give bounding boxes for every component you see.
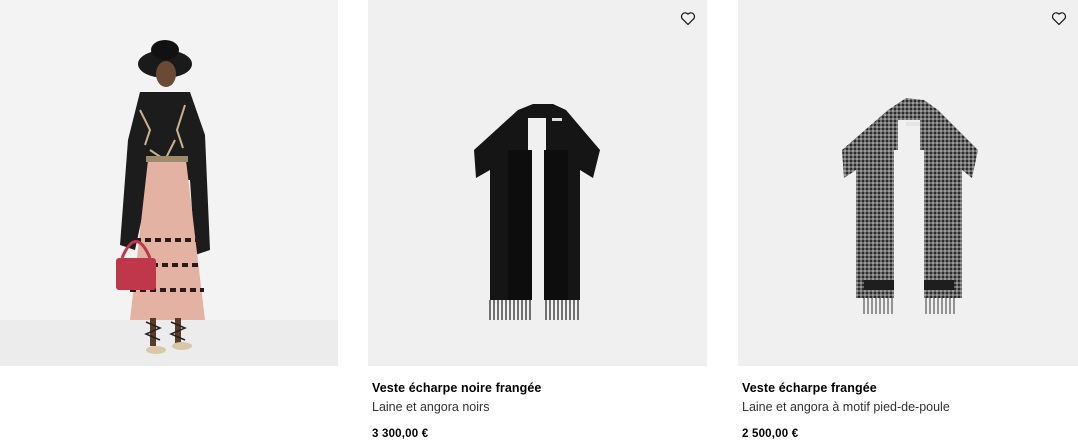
product-price-1: 3 300,00 € [372,428,429,440]
product-info-2: Veste écharpe frangée Laine et angora à … [742,381,950,441]
product-card-image-1[interactable] [368,0,707,366]
product-description-1: Laine et angora noirs [372,400,490,414]
wishlist-button-2[interactable] [1050,10,1067,26]
product-title-1[interactable]: Veste écharpe noire frangée [372,381,541,395]
model-look-image [0,40,338,366]
product-title-2[interactable]: Veste écharpe frangée [742,381,950,395]
look-card[interactable] [0,0,338,366]
heart-icon [1051,11,1066,25]
heart-icon [680,11,695,25]
product-description-2: Laine et angora à motif pied-de-poule [742,400,950,414]
black-fringed-scarf-jacket-image [474,104,600,320]
product-price-2: 2 500,00 € [742,428,799,440]
product-card-image-2[interactable] [738,0,1078,366]
houndstooth-fringed-scarf-jacket-image [842,98,978,314]
product-info-1: Veste écharpe noire frangée Laine et ang… [372,381,541,441]
wishlist-button-1[interactable] [679,10,696,26]
